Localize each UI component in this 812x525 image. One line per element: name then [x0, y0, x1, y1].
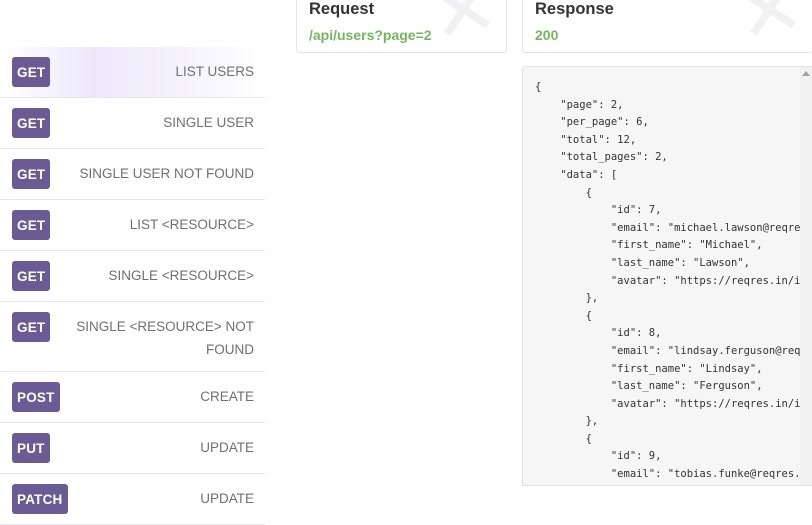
method-badge: GET: [12, 108, 51, 138]
endpoint-item[interactable]: GET SINGLE USER: [0, 98, 265, 149]
endpoint-item[interactable]: PUT UPDATE: [0, 423, 265, 474]
method-badge: PATCH: [12, 484, 68, 514]
endpoint-label: CREATE: [200, 389, 254, 404]
request-title: Request: [309, 0, 375, 18]
request-url: /api/users?page=2: [309, 27, 432, 43]
method-badge: GET: [12, 210, 51, 240]
endpoint-item[interactable]: GET SINGLE <RESOURCE> NOT FOUND: [0, 302, 265, 372]
response-json: { "page": 2, "per_page": 6, "total": 12,…: [535, 81, 812, 481]
method-badge: POST: [12, 382, 60, 412]
endpoint-label: LIST <RESOURCE>: [129, 217, 254, 232]
scroll-up-icon[interactable]: [802, 71, 810, 76]
response-status: 200: [535, 27, 559, 43]
endpoint-label: UPDATE: [200, 491, 254, 506]
endpoint-item[interactable]: GET SINGLE <RESOURCE>: [0, 251, 265, 302]
response-output[interactable]: { "page": 2, "per_page": 6, "total": 12,…: [522, 66, 812, 486]
endpoint-list: GET LIST USERS GET SINGLE USER GET SINGLE USE…: [0, 47, 265, 525]
method-badge: PUT: [12, 433, 50, 463]
vertical-scrollbar[interactable]: [800, 67, 812, 485]
method-badge: GET: [12, 261, 51, 291]
endpoint-label: SINGLE USER NOT FOUND: [79, 166, 254, 181]
endpoint-label: SINGLE USER: [163, 115, 254, 130]
method-badge: GET: [12, 312, 51, 342]
endpoint-item[interactable]: GET LIST USERS: [0, 47, 265, 98]
endpoint-item[interactable]: GET LIST <RESOURCE>: [0, 200, 265, 251]
request-panel: ✕ Request /api/users?page=2: [296, 0, 507, 53]
endpoint-item[interactable]: POST CREATE: [0, 372, 265, 423]
endpoint-label: SINGLE <RESOURCE> NOT FOUND: [76, 319, 254, 357]
endpoint-label: UPDATE: [200, 440, 254, 455]
method-badge: GET: [12, 57, 51, 87]
endpoint-item[interactable]: GET SINGLE USER NOT FOUND: [0, 149, 265, 200]
response-title: Response: [535, 0, 614, 18]
response-panel: ✕ Response 200: [522, 0, 812, 53]
endpoint-label: LIST USERS: [175, 64, 254, 79]
endpoint-label: SINGLE <RESOURCE>: [108, 268, 254, 283]
method-badge: GET: [12, 159, 51, 189]
